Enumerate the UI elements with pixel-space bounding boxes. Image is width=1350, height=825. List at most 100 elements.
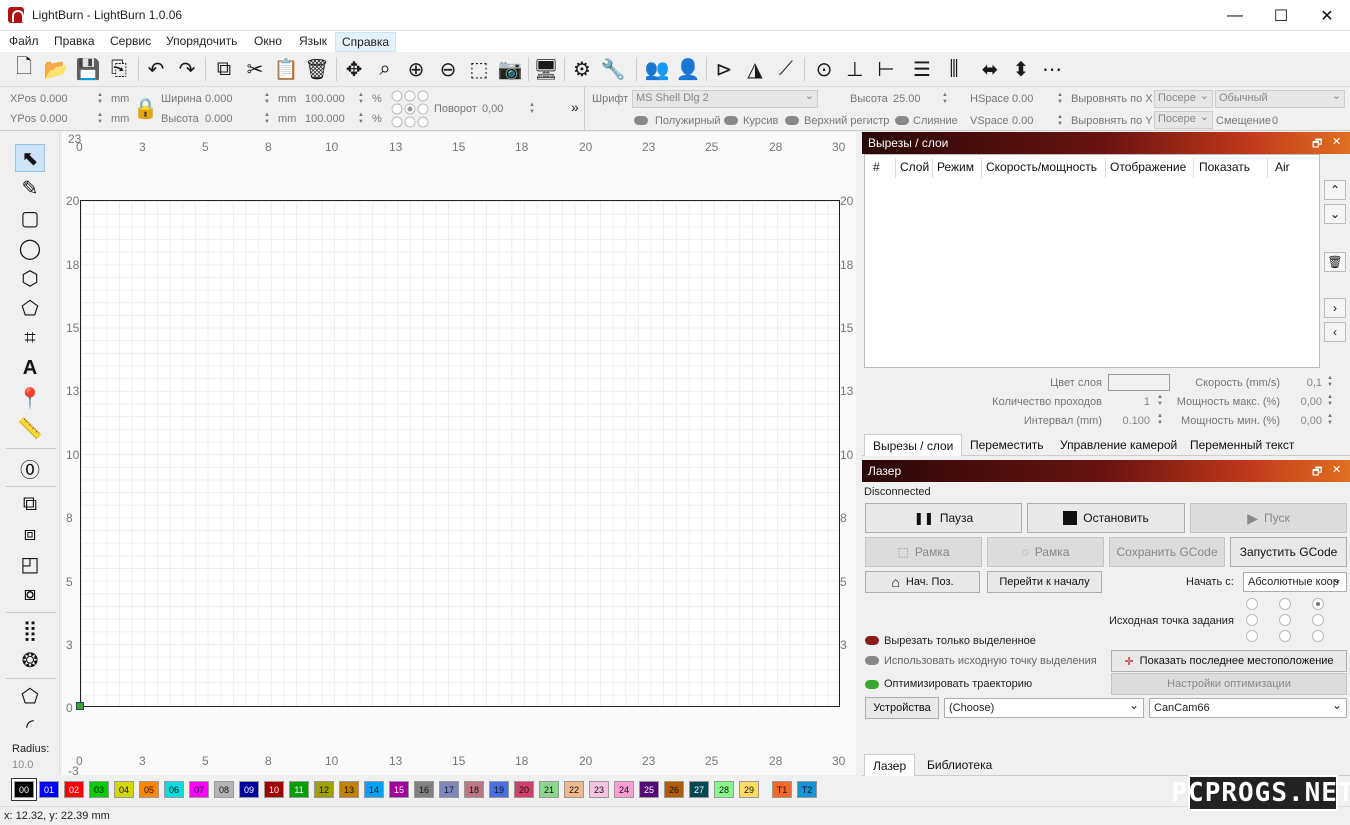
close-panel-icon[interactable]: ✕ [1332,463,1341,476]
origin-radio-bl[interactable] [1246,630,1258,642]
palette-swatch-19[interactable]: 19 [489,781,509,798]
close-button[interactable]: ✕ [1304,0,1350,31]
grid-array-icon[interactable]: ⣿ [15,616,45,644]
palette-swatch-20[interactable]: 20 [514,781,534,798]
palette-swatch-07[interactable]: 07 [189,781,209,798]
expand-right-icon[interactable]: › [1324,298,1346,318]
rectangle-tool-icon[interactable]: ▢ [15,204,45,232]
run-gcode-button[interactable]: Запустить GCode [1230,537,1347,567]
origin-radio-tc[interactable] [1279,598,1291,610]
start-button[interactable]: ▶ Пуск [1190,503,1347,533]
zoom-fit-icon[interactable]: ⌕ [371,55,399,83]
style-select[interactable]: Обычный [1215,90,1345,108]
bold-toggle[interactable] [634,116,648,125]
close-panel-icon[interactable]: ✕ [1332,135,1341,148]
position-marker-icon[interactable]: 📍 [15,384,45,412]
settings-gear-icon[interactable]: ⚙ [568,55,596,83]
merge-toggle[interactable] [895,116,909,125]
menu-window[interactable]: Окно [254,34,282,48]
undo-icon[interactable]: ↶ [142,55,170,83]
offset-shape-icon[interactable]: ⓪ [15,454,45,482]
palette-swatch-15[interactable]: 15 [389,781,409,798]
palette-swatch-24[interactable]: 24 [614,781,634,798]
layer-color-swatch[interactable] [1108,374,1170,391]
palette-swatch-t2[interactable]: T2 [797,781,817,798]
paste-icon[interactable]: 📋 [272,55,300,83]
font-select[interactable]: MS Shell Dlg 2 [632,90,818,108]
max-power-field[interactable]: 0,00 [1282,396,1322,408]
distribute-h-icon[interactable]: ⬌ [976,55,1004,83]
redo-icon[interactable]: ↷ [173,55,201,83]
mirror-icon[interactable]: ◮ [741,55,769,83]
flip-horizontal-icon[interactable]: ⊳ [710,55,738,83]
distribute-v-icon[interactable]: ⬍ [1007,55,1035,83]
speed-spinner[interactable]: ▲ ▼ [1326,375,1334,389]
tools-wrench-icon[interactable]: 🔧 [599,55,627,83]
scale-x-spinner[interactable]: ▲ ▼ [357,92,365,106]
text-height-spinner[interactable]: ▲ ▼ [941,92,949,106]
start-from-select[interactable]: Абсолютные коор [1243,572,1347,592]
palette-swatch-28[interactable]: 28 [714,781,734,798]
menu-file[interactable]: Файл [9,34,39,48]
palette-swatch-00[interactable]: 00 [12,779,36,800]
ypos-spinner[interactable]: ▲ ▼ [96,112,104,126]
palette-swatch-25[interactable]: 25 [639,781,659,798]
more-props-icon[interactable]: » [571,99,579,115]
uppercase-toggle[interactable] [785,116,799,125]
interval-field[interactable]: 0.100 [1112,415,1150,427]
origin-radio-bc[interactable] [1279,630,1291,642]
align-y-select[interactable]: Посере [1154,111,1213,129]
tab-camera-control[interactable]: Управление камерой [1052,434,1185,456]
width-spinner[interactable]: ▲ ▼ [263,92,271,106]
port-select[interactable]: CanCam66 [1149,698,1347,718]
stop-button[interactable]: Остановить [1027,503,1185,533]
open-folder-icon[interactable]: 📂 [42,55,70,83]
float-panel-icon[interactable]: 🗗 [1312,463,1322,482]
ellipse-tool-icon[interactable]: ◯ [15,234,45,262]
node-edit-icon[interactable]: ⬠ [15,682,45,710]
align-center-h-icon[interactable]: ⊢ [872,55,900,83]
palette-swatch-09[interactable]: 09 [239,781,259,798]
palette-swatch-26[interactable]: 26 [664,781,684,798]
minimize-button[interactable]: — [1212,0,1258,31]
text-tool-icon[interactable]: A [15,354,45,382]
pause-button[interactable]: ❚❚ Пауза [865,503,1022,533]
palette-swatch-01[interactable]: 01 [39,781,59,798]
device-select[interactable]: (Choose) [944,698,1144,718]
collapse-left-icon[interactable]: ‹ [1324,322,1346,342]
tab-library[interactable]: Библиотека [919,754,1000,776]
speed-field[interactable]: 0,1 [1282,377,1322,389]
weld-icon[interactable]: ⧉ [15,490,45,518]
radius-field[interactable]: 10.0 [12,759,33,771]
boolean-intersect-icon[interactable]: ⧇ [15,580,45,608]
palette-swatch-12[interactable]: 12 [314,781,334,798]
hspace-field[interactable]: 0.00 [1012,93,1033,105]
palette-swatch-t1[interactable]: T1 [772,781,792,798]
canvas[interactable]: 23 -3 0 3 5 8 10 13 15 18 20 23 25 28 30… [62,132,856,778]
menu-arrange[interactable]: Упорядочить [166,34,237,48]
palette-swatch-16[interactable]: 16 [414,781,434,798]
align-x-select[interactable]: Посере [1154,90,1213,108]
float-panel-icon[interactable]: 🗗 [1312,135,1322,154]
palette-swatch-08[interactable]: 08 [214,781,234,798]
palette-swatch-27[interactable]: 27 [689,781,709,798]
vspace-field[interactable]: 0.00 [1012,115,1033,127]
col-output[interactable]: Отображение [1110,160,1186,174]
copy-icon[interactable]: ⧉ [210,55,238,83]
palette-swatch-10[interactable]: 10 [264,781,284,798]
passes-field[interactable]: 1 [1112,396,1150,408]
pencil-tool-icon[interactable]: ✎ [15,174,45,202]
tab-move[interactable]: Переместить [962,434,1052,456]
ungroup-icon[interactable]: 👤 [674,55,702,83]
new-file-icon[interactable]: 🗋 [10,55,38,83]
show-last-position-button[interactable]: ✛ Показать последнее местоположение [1111,650,1347,672]
zoom-out-icon[interactable]: ⊖ [434,55,462,83]
import-icon[interactable]: ⎘ [105,55,133,83]
palette-swatch-18[interactable]: 18 [464,781,484,798]
boolean-union-icon[interactable]: ⧈ [15,520,45,548]
max-power-spinner[interactable]: ▲ ▼ [1326,394,1334,408]
col-mode[interactable]: Режим [937,160,974,174]
move-layer-down-icon[interactable]: ⌄ [1324,204,1346,224]
frame-tool-icon[interactable]: ⌗ [15,324,45,352]
min-power-field[interactable]: 0,00 [1282,415,1322,427]
